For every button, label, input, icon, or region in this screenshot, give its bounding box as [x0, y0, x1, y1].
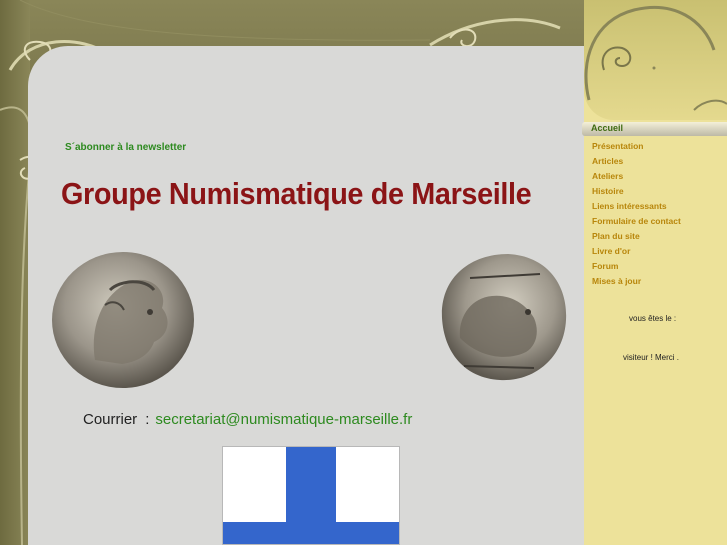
coin-lion-image [441, 254, 567, 381]
nav-item-histoire[interactable]: Histoire [592, 186, 681, 201]
nav-item-guestbook[interactable]: Livre d'or [592, 246, 681, 261]
nav-item-forum[interactable]: Forum [592, 261, 681, 276]
flag-cross-horizontal [223, 522, 399, 544]
nav-item-updates[interactable]: Mises à jour [592, 276, 681, 291]
left-border-background [0, 0, 30, 545]
contact-line: Courrier: secretariat@numismatique-marsei… [83, 411, 412, 428]
marseille-flag-image [222, 446, 400, 545]
nav-item-accueil-label: Accueil [591, 123, 624, 133]
sidebar-swirl-ornament [584, 5, 727, 111]
newsletter-link[interactable]: S´abonner à la newsletter [65, 142, 186, 153]
nav-item-articles[interactable]: Articles [592, 156, 681, 171]
sidebar-nav: Présentation Articles Ateliers Histoire … [592, 141, 681, 291]
coin-head-image [52, 252, 194, 388]
contact-label: Courrier [83, 411, 138, 428]
nav-item-sitemap[interactable]: Plan du site [592, 231, 681, 246]
sidebar-ornament [584, 0, 727, 120]
nav-item-ateliers[interactable]: Ateliers [592, 171, 681, 186]
visitor-counter-suffix: visiteur ! Merci . [623, 353, 680, 362]
page-title: Groupe Numismatique de Marseille [61, 176, 532, 211]
nav-item-liens[interactable]: Liens intéressants [592, 201, 681, 216]
nav-item-contact-form[interactable]: Formulaire de contact [592, 216, 681, 231]
nav-item-presentation[interactable]: Présentation [592, 141, 681, 156]
contact-email-link[interactable]: secretariat@numismatique-marseille.fr [155, 411, 412, 428]
nav-item-accueil[interactable]: Accueil [582, 122, 727, 136]
visitor-counter-prefix: vous êtes le : [629, 314, 677, 323]
contact-separator: : [145, 411, 150, 428]
